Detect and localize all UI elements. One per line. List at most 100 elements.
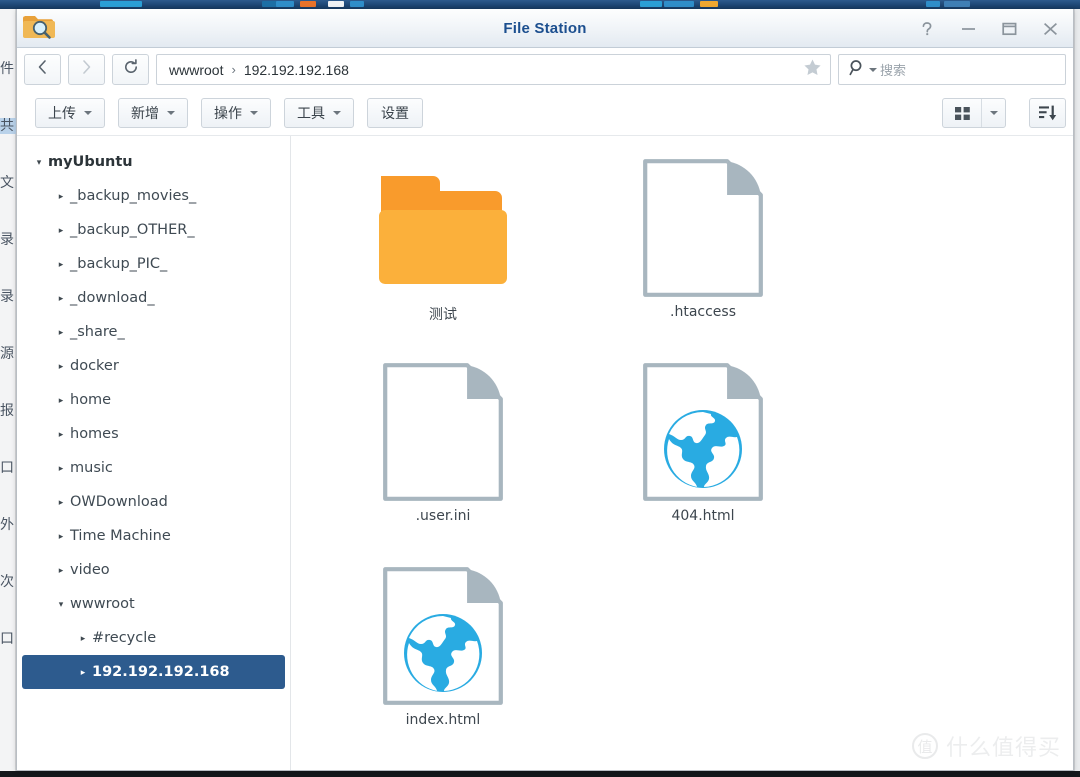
- folder-tree-sidebar[interactable]: ▾ myUbuntu ▸ _backup_movies_ ▸ _backup_OTHER_…: [17, 136, 291, 770]
- file-item[interactable]: .user.ini: [313, 356, 573, 560]
- taskbar-app-chip[interactable]: [700, 1, 718, 7]
- file-item[interactable]: 测试: [313, 152, 573, 356]
- forward-button[interactable]: [68, 54, 105, 85]
- file-item[interactable]: .htaccess: [573, 152, 833, 356]
- background-window-text-fragment: 次: [0, 574, 14, 590]
- create-button[interactable]: 新增: [118, 98, 188, 128]
- sidebar-item-backup-pic[interactable]: ▸ _backup_PIC_: [22, 247, 285, 281]
- sidebar-item-backup-movies[interactable]: ▸ _backup_movies_: [22, 179, 285, 213]
- sidebar-item-wwwroot[interactable]: ▾ wwwroot: [22, 587, 285, 621]
- file-name-label: index.html: [405, 712, 481, 728]
- close-icon[interactable]: [1039, 18, 1061, 40]
- minimize-icon[interactable]: [957, 18, 979, 40]
- sidebar-item-video[interactable]: ▸ video: [22, 553, 285, 587]
- create-button-label: 新增: [131, 106, 159, 122]
- window-titlebar[interactable]: File Station: [17, 9, 1073, 48]
- background-window-text-fragment: 口: [0, 460, 14, 476]
- grid-view-icon[interactable]: [943, 99, 981, 127]
- caret-right-icon[interactable]: ▸: [52, 531, 70, 542]
- caret-down-icon[interactable]: ▾: [30, 157, 48, 168]
- caret-right-icon[interactable]: ▸: [52, 361, 70, 372]
- taskbar-app-chip[interactable]: [944, 1, 970, 7]
- breadcrumb-item-1[interactable]: 192.192.192.168: [244, 62, 349, 78]
- sidebar-item-owdownload[interactable]: ▸ OWDownload: [22, 485, 285, 519]
- folder-icon: [377, 160, 509, 296]
- caret-down-icon[interactable]: ▾: [52, 599, 70, 610]
- path-breadcrumb-bar[interactable]: wwwroot › 192.192.192.168: [156, 54, 831, 85]
- caret-right-icon[interactable]: ▸: [52, 429, 70, 440]
- sidebar-item-label: video: [70, 562, 110, 578]
- sidebar-item-label: Time Machine: [70, 528, 171, 544]
- window-title: File Station: [503, 19, 587, 37]
- file-grid: 测试 .htaccess .user.ini 404.html index.html: [291, 152, 1073, 764]
- sidebar-item-192-192-192-168[interactable]: ▸ 192.192.192.168: [22, 655, 285, 689]
- sidebar-item-label: home: [70, 392, 112, 408]
- taskbar-app-chip[interactable]: [328, 1, 344, 7]
- background-window-text-fragment: 外: [0, 517, 14, 533]
- caret-right-icon[interactable]: ▸: [52, 259, 70, 270]
- sidebar-item-download[interactable]: ▸ _download_: [22, 281, 285, 315]
- sidebar-item-music[interactable]: ▸ music: [22, 451, 285, 485]
- back-button[interactable]: [24, 54, 61, 85]
- caret-right-icon[interactable]: ▸: [52, 463, 70, 474]
- search-input[interactable]: 搜索: [838, 54, 1066, 85]
- view-mode-chevron-down-icon[interactable]: [981, 99, 1005, 127]
- taskbar-app-chip[interactable]: [926, 1, 940, 7]
- taskbar-app-chip[interactable]: [300, 1, 316, 7]
- sidebar-item-label: _backup_PIC_: [70, 256, 168, 272]
- desktop-taskbar: [0, 0, 1080, 9]
- search-scope-chevron-down-icon[interactable]: [869, 67, 877, 72]
- taskbar-app-chip[interactable]: [100, 1, 142, 7]
- help-icon[interactable]: [916, 18, 938, 40]
- maximize-icon[interactable]: [998, 18, 1020, 40]
- caret-right-icon[interactable]: ▸: [52, 225, 70, 236]
- caret-right-icon[interactable]: ▸: [74, 667, 92, 678]
- window-body: ▾ myUbuntu ▸ _backup_movies_ ▸ _backup_OTHER_…: [17, 135, 1073, 770]
- background-window-text-fragment: 件: [0, 61, 14, 77]
- chevron-down-icon: [333, 111, 341, 115]
- sidebar-item-recycle[interactable]: ▸ #recycle: [22, 621, 285, 655]
- caret-right-icon[interactable]: ▸: [52, 293, 70, 304]
- file-item[interactable]: 404.html: [573, 356, 833, 560]
- file-item[interactable]: index.html: [313, 560, 573, 764]
- background-window-text-fragment: 录: [0, 289, 14, 305]
- sidebar-item-backup-other[interactable]: ▸ _backup_OTHER_: [22, 213, 285, 247]
- sidebar-item-label: wwwroot: [70, 596, 135, 612]
- settings-button[interactable]: 设置: [367, 98, 423, 128]
- caret-right-icon[interactable]: ▸: [52, 327, 70, 338]
- caret-right-icon[interactable]: ▸: [74, 633, 92, 644]
- sort-descending-icon[interactable]: [1029, 98, 1066, 128]
- refresh-button[interactable]: [112, 54, 149, 85]
- sidebar-item-label: homes: [70, 426, 119, 442]
- star-icon[interactable]: [803, 58, 822, 81]
- file-grid-pane[interactable]: 测试 .htaccess .user.ini 404.html index.html 值…: [291, 136, 1073, 770]
- caret-right-icon[interactable]: ▸: [52, 191, 70, 202]
- taskbar-app-chip[interactable]: [664, 1, 694, 7]
- file-name-label: 测试: [429, 307, 457, 323]
- view-mode-group: [942, 98, 1006, 128]
- file-name-label: .htaccess: [670, 304, 736, 320]
- action-button[interactable]: 操作: [201, 98, 271, 128]
- html-globe-document-icon: [637, 363, 769, 501]
- caret-right-icon[interactable]: ▸: [52, 497, 70, 508]
- breadcrumb-separator: ›: [231, 62, 236, 77]
- sidebar-item-share[interactable]: ▸ _share_: [22, 315, 285, 349]
- tools-button[interactable]: 工具: [284, 98, 354, 128]
- taskbar-app-chip[interactable]: [640, 1, 662, 7]
- taskbar-app-chip[interactable]: [276, 1, 294, 7]
- refresh-icon: [123, 59, 139, 80]
- html-globe-document-icon: [377, 567, 509, 705]
- sidebar-item-myubuntu[interactable]: ▾ myUbuntu: [22, 145, 285, 179]
- caret-right-icon[interactable]: ▸: [52, 395, 70, 406]
- taskbar-app-chip[interactable]: [350, 1, 364, 7]
- background-window-text-fragment: 口: [0, 631, 14, 647]
- background-window-text-fragment: 报: [0, 403, 14, 419]
- sidebar-item-time-machine[interactable]: ▸ Time Machine: [22, 519, 285, 553]
- sidebar-item-home[interactable]: ▸ home: [22, 383, 285, 417]
- sidebar-item-docker[interactable]: ▸ docker: [22, 349, 285, 383]
- breadcrumb-item-0[interactable]: wwwroot: [169, 62, 223, 78]
- tools-button-label: 工具: [297, 106, 325, 122]
- upload-button[interactable]: 上传: [35, 98, 105, 128]
- sidebar-item-homes[interactable]: ▸ homes: [22, 417, 285, 451]
- caret-right-icon[interactable]: ▸: [52, 565, 70, 576]
